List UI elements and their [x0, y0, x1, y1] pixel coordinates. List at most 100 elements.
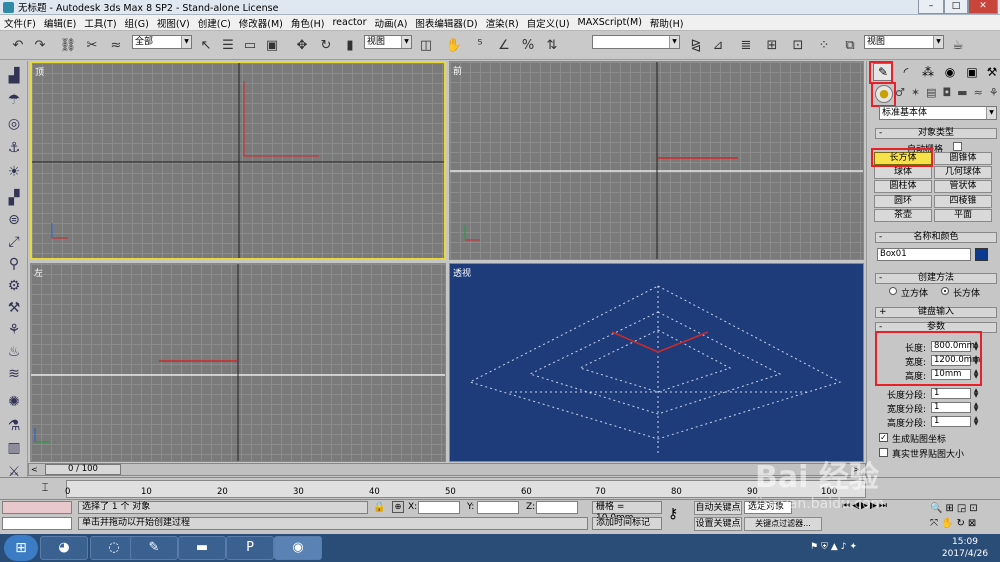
torus-button[interactable]: 圆环 [874, 195, 932, 208]
hierarchy-tab-icon[interactable]: ⁂ [919, 63, 937, 81]
quick-render-icon[interactable]: ☕ [948, 35, 968, 55]
category-dropdown[interactable]: 标准基本体 ▼ [879, 106, 997, 120]
maxscript-mini-listener[interactable] [2, 517, 72, 530]
select-object-icon[interactable]: ↖ [196, 35, 216, 55]
menu-rendering[interactable]: 渲染(R) [482, 16, 523, 30]
menu-create[interactable]: 创建(C) [194, 16, 235, 30]
tube-button[interactable]: 管状体 [934, 180, 992, 193]
percent-snap-icon[interactable]: % [518, 35, 538, 55]
rollout-keyboard-entry[interactable]: + 键盘输入 [875, 307, 997, 318]
taskbar-ppt-icon[interactable]: P [226, 536, 274, 560]
y-coord-field[interactable] [477, 501, 519, 514]
object-color-swatch[interactable] [975, 248, 988, 261]
time-slider-thumb[interactable]: 0 / 100 [45, 464, 121, 475]
minimize-button[interactable]: – [918, 0, 944, 14]
tool-icon-1[interactable]: ▟ [4, 67, 24, 85]
menu-views[interactable]: 视图(V) [153, 16, 194, 30]
tray-icons[interactable]: ⚑⛨▲♪✦ [810, 542, 906, 554]
x-coord-field[interactable] [418, 501, 460, 514]
undo-icon[interactable]: ↶ [8, 35, 28, 55]
length-segs-input[interactable]: 1 [931, 388, 971, 399]
rotate-icon[interactable]: ↻ [316, 35, 336, 55]
tool-icon-2[interactable]: ☂ [4, 91, 24, 109]
ref-coord-dropdown[interactable]: 视图 ▼ [364, 35, 412, 49]
link-icon[interactable]: ⛓ [58, 35, 78, 55]
spinner-snap-icon[interactable]: ⇅ [542, 35, 562, 55]
start-button[interactable]: ⊞ [4, 535, 38, 561]
window-crossing-icon[interactable]: ▣ [262, 35, 282, 55]
height-segs-input[interactable]: 1 [931, 416, 971, 427]
select-by-name-icon[interactable]: ☰ [218, 35, 238, 55]
taskbar-paint-icon[interactable]: ✎ [130, 536, 178, 560]
tool-icon-17[interactable]: ▥ [4, 439, 24, 457]
tool-icon-4[interactable]: ⚓ [4, 139, 24, 157]
menu-file[interactable]: 文件(F) [0, 16, 40, 30]
utilities-tab-icon[interactable]: ⚒ [985, 63, 999, 81]
viewport-left[interactable]: 左 [30, 263, 446, 462]
key-icon[interactable]: ⚷ [668, 506, 678, 522]
menu-modifiers[interactable]: 修改器(M) [235, 16, 287, 30]
layer-manager-icon[interactable]: ≣ [736, 35, 756, 55]
scale-icon[interactable]: ▮ [340, 35, 360, 55]
taskbar-qq-icon[interactable]: ◕ [40, 536, 88, 560]
z-coord-field[interactable] [536, 501, 578, 514]
tool-icon-12[interactable]: ⚘ [4, 321, 24, 339]
schematic-view-icon[interactable]: ⊡ [788, 35, 808, 55]
track-bar-icon[interactable]: ⌶ [38, 481, 52, 495]
menu-help[interactable]: 帮助(H) [646, 16, 688, 30]
menu-animation[interactable]: 动画(A) [370, 16, 411, 30]
tool-icon-8[interactable]: ⤢ [4, 233, 24, 251]
snap-3d-icon[interactable]: ⁵ [470, 35, 490, 55]
pyramid-button[interactable]: 四棱锥 [934, 195, 992, 208]
tool-icon-10[interactable]: ⚙ [4, 277, 24, 295]
curve-editor-icon[interactable]: ⊞ [762, 35, 782, 55]
bind-spacewarp-icon[interactable]: ≈ [106, 35, 126, 55]
tool-icon-15[interactable]: ✺ [4, 393, 24, 411]
auto-key-button[interactable]: 自动关键点 [694, 501, 742, 515]
teapot-button[interactable]: 茶壶 [874, 209, 932, 222]
display-tab-icon[interactable]: ▣ [963, 63, 981, 81]
rect-selection-icon[interactable]: ▭ [240, 35, 260, 55]
gen-uv-checkbox[interactable]: ✓ [879, 433, 888, 442]
rollout-name-color[interactable]: - 名称和颜色 [875, 232, 997, 243]
maximize-button[interactable]: □ [944, 0, 968, 14]
menu-reactor[interactable]: reactor [328, 17, 370, 28]
height-segs-spinner-icon[interactable]: ▲ ▼ [972, 416, 980, 427]
track-ruler[interactable]: 0 10 20 30 40 50 60 70 80 90 100 [65, 480, 866, 498]
clock[interactable]: 15:09 2017/4/26 [940, 536, 990, 560]
rollout-object-type[interactable]: - 对象类型 [875, 128, 997, 139]
cube-radio[interactable] [889, 287, 897, 295]
cone-button[interactable]: 圆锥体 [934, 152, 992, 165]
tool-icon-9[interactable]: ⚲ [4, 255, 24, 273]
length-segs-spinner-icon[interactable]: ▲ ▼ [972, 388, 980, 399]
align-icon[interactable]: ⊿ [708, 35, 728, 55]
width-segs-input[interactable]: 1 [931, 402, 971, 413]
autogrid-checkbox[interactable] [953, 142, 962, 151]
select-manipulate-icon[interactable]: ✋ [444, 35, 464, 55]
named-selection-dropdown[interactable]: ▼ [592, 35, 680, 49]
taskbar-folder-icon[interactable]: ▬ [178, 536, 226, 560]
menu-customize[interactable]: 自定义(U) [523, 16, 574, 30]
selection-filter-dropdown[interactable]: 全部 ▼ [132, 35, 192, 49]
render-scene-icon[interactable]: ⧉ [840, 35, 860, 55]
unlink-icon[interactable]: ✂ [82, 35, 102, 55]
rollout-creation-method[interactable]: - 创建方法 [875, 273, 997, 284]
redo-icon[interactable]: ↷ [30, 35, 50, 55]
tool-icon-3[interactable]: ◎ [4, 115, 24, 133]
tool-icon-13[interactable]: ♨ [4, 343, 24, 361]
angle-snap-icon[interactable]: ∠ [494, 35, 514, 55]
menu-edit[interactable]: 编辑(E) [40, 16, 80, 30]
tool-icon-16[interactable]: ⚗ [4, 417, 24, 435]
motion-tab-icon[interactable]: ◉ [941, 63, 959, 81]
box-radio[interactable] [941, 287, 949, 295]
menu-graph-editors[interactable]: 图表编辑器(D) [411, 16, 481, 30]
viewport-front[interactable]: 前 [449, 61, 864, 260]
modify-tab-icon[interactable]: ◜ [897, 63, 915, 81]
sphere-button[interactable]: 球体 [874, 166, 932, 179]
mirror-icon[interactable]: ⧎ [686, 35, 706, 55]
time-slider[interactable]: < 0 / 100 > [28, 463, 866, 476]
absolute-mode-icon[interactable]: ⊕ [392, 501, 404, 513]
move-icon[interactable]: ✥ [292, 35, 312, 55]
menu-character[interactable]: 角色(H) [287, 16, 329, 30]
object-name-field[interactable]: Box01 [877, 248, 971, 261]
